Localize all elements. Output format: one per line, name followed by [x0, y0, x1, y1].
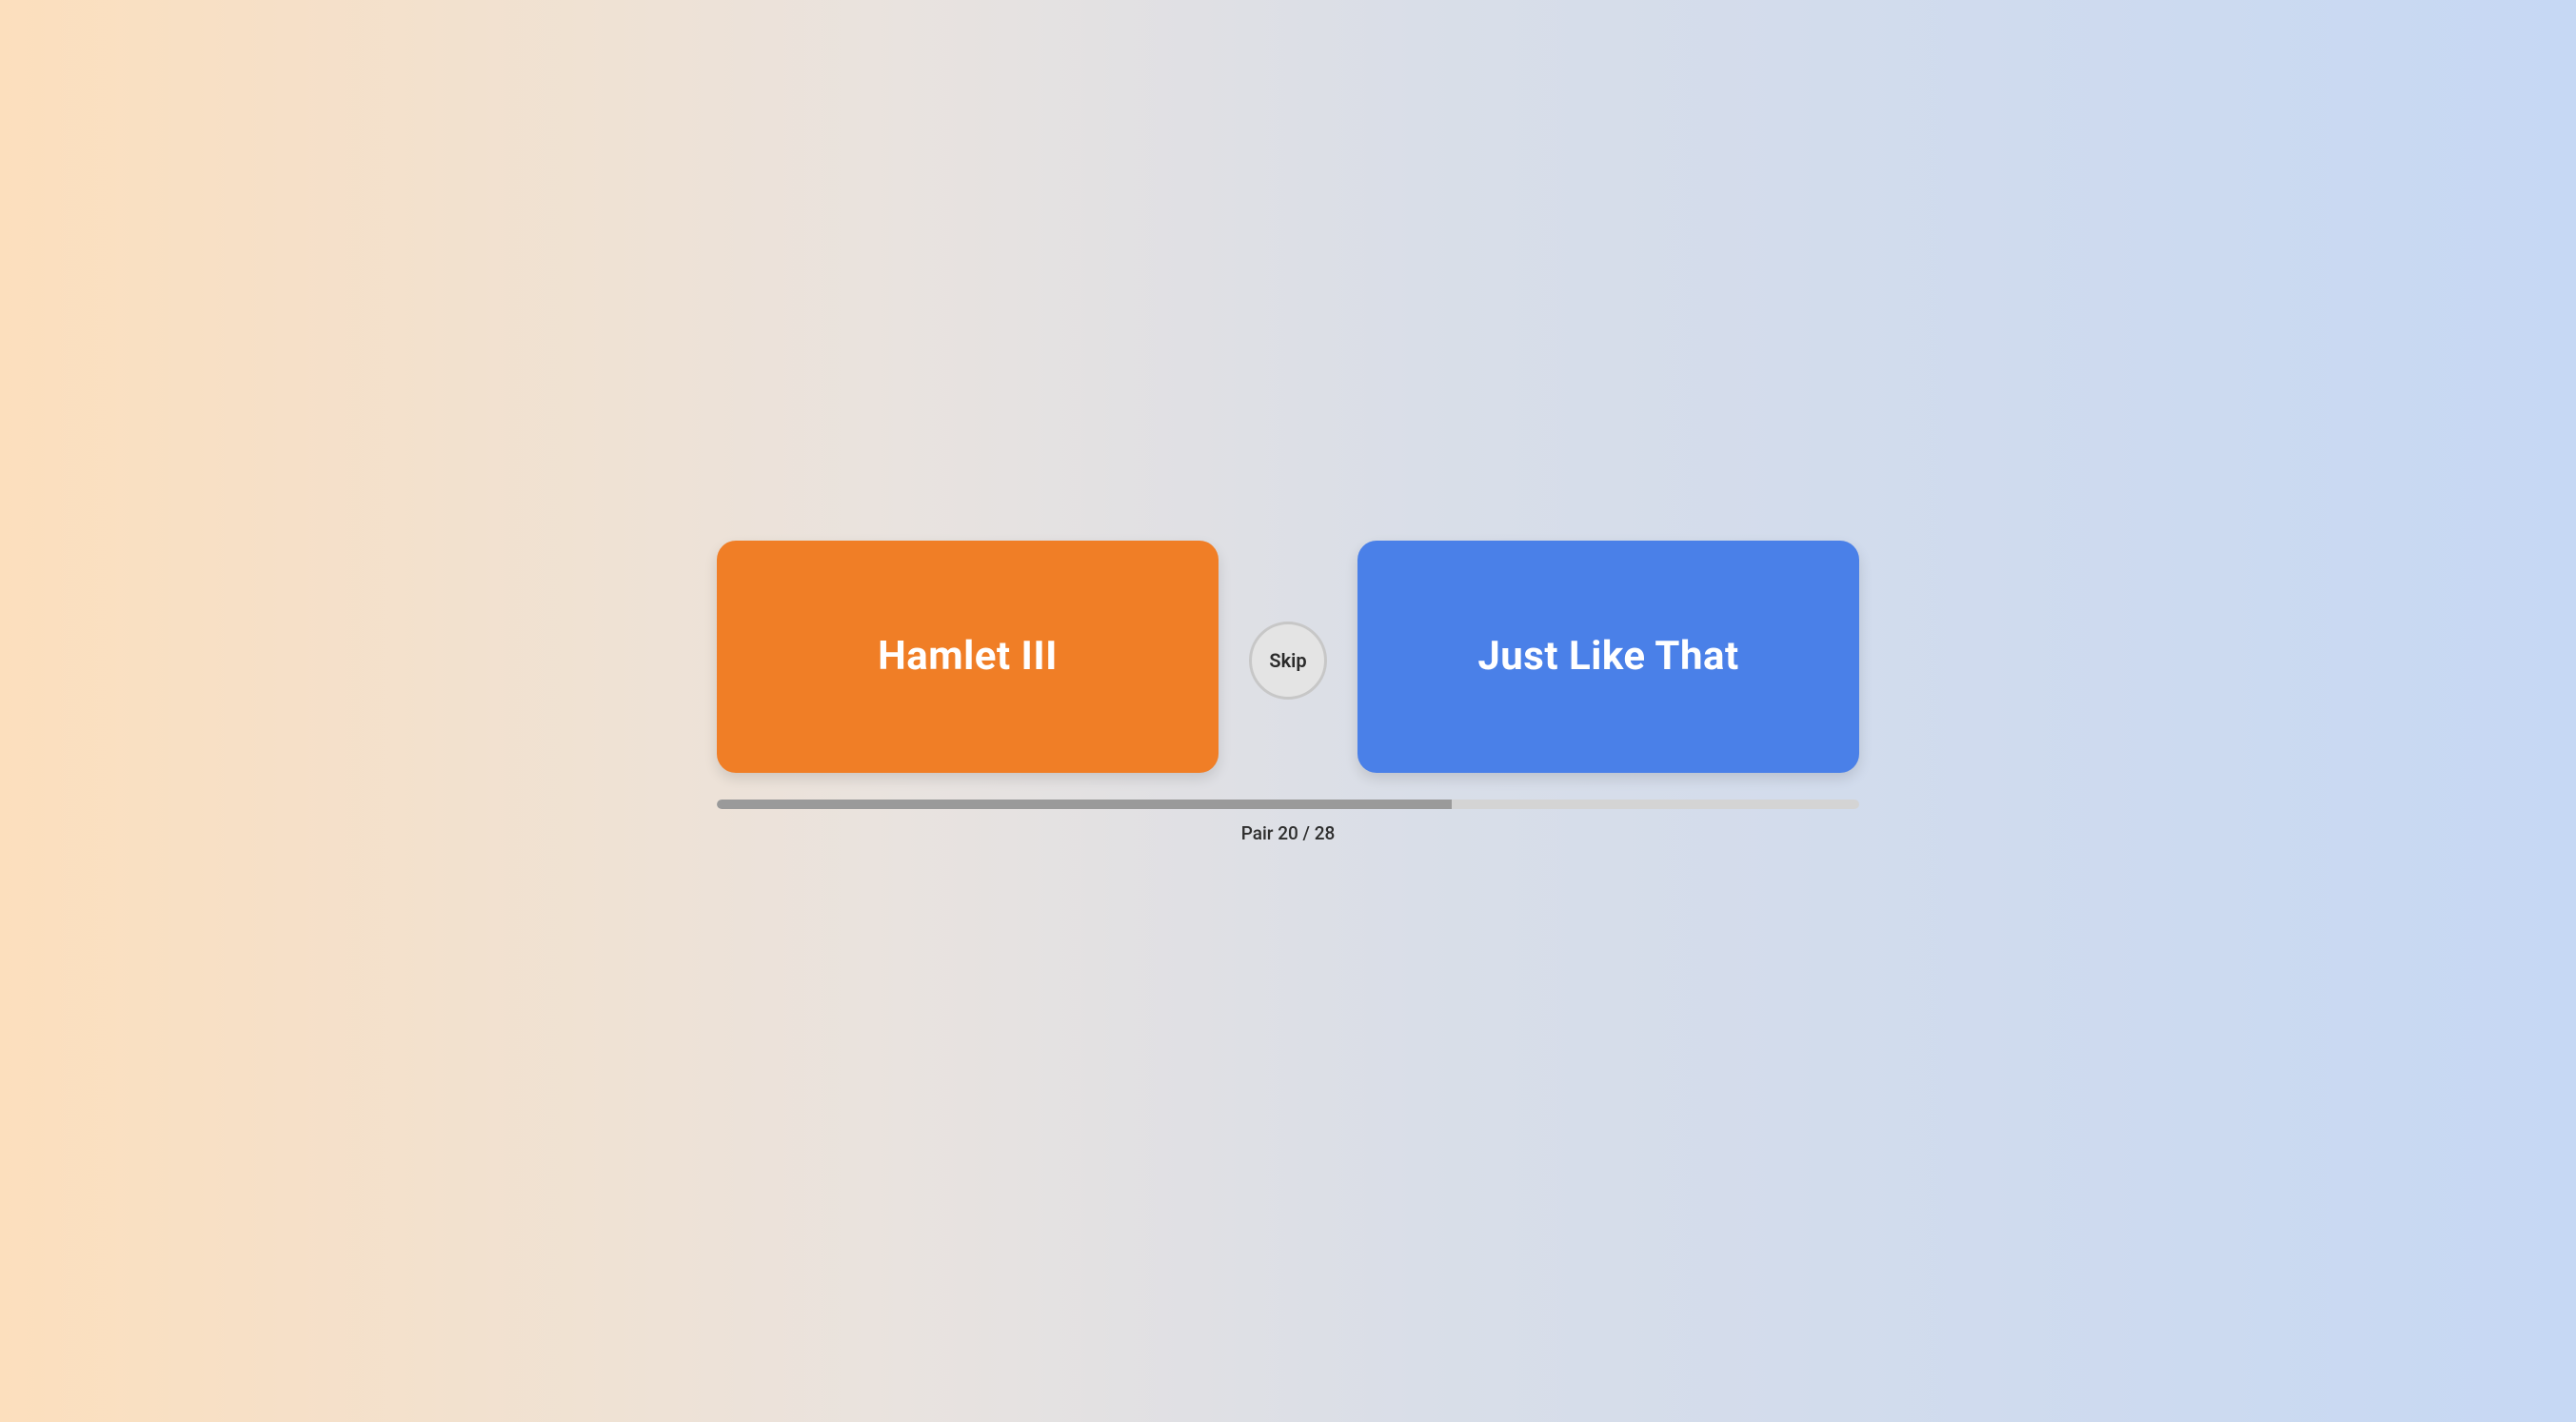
choice-left-label: Hamlet III [878, 633, 1058, 680]
skip-button[interactable]: Skip [1249, 622, 1327, 700]
choice-right-card[interactable]: Just Like That [1357, 541, 1859, 773]
pair-row: Hamlet III Skip Just Like That [717, 541, 1859, 773]
choice-right-label: Just Like That [1477, 633, 1738, 680]
progress-label: Pair 20 / 28 [1241, 822, 1336, 844]
progress-track [717, 800, 1859, 809]
progress-fill [717, 800, 1452, 809]
skip-button-label: Skip [1269, 649, 1306, 672]
choice-left-card[interactable]: Hamlet III [717, 541, 1219, 773]
progress-section: Pair 20 / 28 [717, 800, 1859, 844]
comparison-stage: Hamlet III Skip Just Like That Pair 20 /… [717, 541, 1859, 844]
